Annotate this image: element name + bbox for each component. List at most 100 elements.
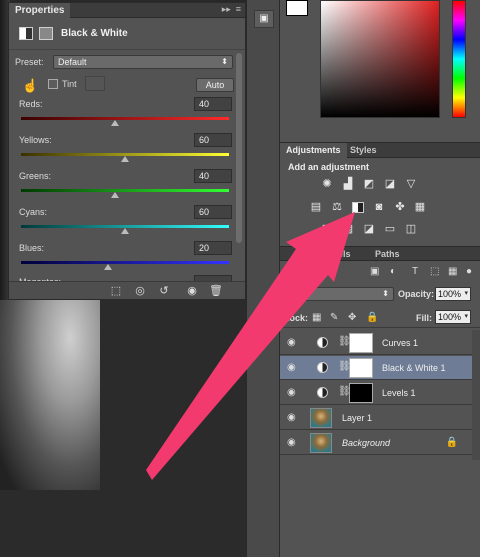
slider-track[interactable] — [21, 261, 229, 264]
slider-value-input[interactable]: 60 — [194, 205, 232, 219]
invert-icon[interactable]: ◧ — [321, 224, 333, 235]
visibility-icon[interactable]: ◉ — [185, 284, 199, 298]
layer-row[interactable]: ◉ 🔒 Background — [280, 431, 472, 455]
layer-mask-thumbnail[interactable] — [349, 333, 373, 353]
foreground-color-swatch[interactable] — [286, 0, 308, 16]
photo-filter-icon[interactable]: ◙ — [373, 202, 385, 213]
selective-color-icon[interactable]: ◫ — [405, 224, 417, 235]
layer-name: Black & White 1 — [382, 363, 446, 373]
lock-transparent-icon[interactable]: ▦ — [312, 312, 321, 323]
blend-mode-select[interactable]: mal ⬍ — [284, 287, 394, 301]
tint-checkbox[interactable] — [48, 79, 58, 89]
vibrance-icon[interactable]: ▽ — [405, 179, 417, 190]
channel-mixer-icon[interactable]: ✤ — [394, 202, 406, 213]
slider-label: Reds: — [19, 99, 43, 109]
chevron-down-icon[interactable]: ▾ — [464, 311, 468, 323]
eye-icon[interactable]: ◉ — [287, 337, 296, 348]
layer-row[interactable]: ◉ Layer 1 — [280, 406, 472, 430]
layer-name: Layer 1 — [342, 413, 373, 423]
lock-all-icon[interactable]: 🔒 — [366, 312, 378, 323]
targeted-adjustment-hand-icon[interactable]: ☝ — [22, 78, 38, 94]
lock-row: Lock: ▦ ✎ ✥ 🔒 Fill: 100% ▾ — [280, 308, 480, 328]
scrollbar-handle[interactable] — [236, 53, 242, 243]
layer-mask-thumbnail[interactable] — [349, 358, 373, 378]
tint-color-swatch[interactable] — [85, 76, 105, 91]
opacity-input[interactable]: 100% ▾ — [435, 287, 471, 301]
hue-slider[interactable] — [452, 0, 466, 118]
posterize-icon[interactable]: ▨ — [342, 224, 354, 235]
layer-row[interactable]: ◉ ⛓ Levels 1 — [280, 381, 472, 405]
black-white-icon[interactable] — [352, 202, 364, 213]
reset-icon[interactable]: ↺ — [157, 284, 171, 298]
slider-thumb[interactable] — [121, 228, 129, 234]
trash-icon[interactable]: 🗑 — [209, 284, 223, 298]
curves-icon[interactable]: ◩ — [363, 179, 375, 190]
properties-dock-icon[interactable]: ▣ — [254, 10, 274, 28]
preset-value: Default — [58, 57, 87, 67]
tab-paths[interactable]: Paths — [370, 247, 405, 261]
brightness-icon[interactable]: ✺ — [321, 179, 333, 190]
levels-icon[interactable]: ▟ — [342, 179, 354, 190]
layers-scrollbar[interactable] — [472, 330, 480, 460]
layer-name: Curves 1 — [382, 338, 419, 348]
layer-row[interactable]: ◉ ⛓ Curves 1 — [280, 331, 472, 355]
layer-thumbnail[interactable] — [310, 408, 332, 428]
filter-toggle-icon[interactable]: ● — [466, 266, 472, 277]
layer-thumbnail[interactable] — [310, 433, 332, 453]
properties-tabbar: Properties ▸▸ ≡ — [9, 3, 245, 18]
fill-input[interactable]: 100% ▾ — [435, 310, 471, 324]
filter-smart-object-icon[interactable]: ▦ — [448, 266, 457, 277]
panel-menu-icon[interactable]: ▸▸ ≡ — [222, 4, 241, 15]
blend-row: mal ⬍ Opacity: 100% ▾ — [280, 285, 480, 305]
add-adjustment-heading: Add an adjustment — [288, 162, 370, 172]
layer-mask-thumbnail[interactable] — [349, 383, 373, 403]
slider-value-input[interactable]: 60 — [194, 133, 232, 147]
select-arrow-icon: ⬍ — [221, 57, 228, 66]
eye-icon[interactable]: ◉ — [287, 362, 296, 373]
lock-brush-icon[interactable]: ✎ — [330, 312, 338, 323]
slider-thumb[interactable] — [110, 120, 119, 126]
eye-icon[interactable]: ◉ — [287, 437, 296, 448]
view-previous-icon[interactable]: ◎ — [133, 284, 147, 298]
photo-image — [0, 300, 100, 490]
hue-saturation-icon[interactable]: ▤ — [310, 202, 322, 213]
color-lookup-icon[interactable]: ▦ — [414, 202, 426, 213]
properties-tab[interactable]: Properties — [9, 3, 71, 18]
properties-footer: ⬚ ◎ ↺ ◉ 🗑 — [9, 281, 245, 299]
threshold-icon[interactable]: ◪ — [363, 224, 375, 235]
properties-title: Black & White — [61, 28, 128, 39]
tab-adjustments[interactable]: Adjustments — [280, 143, 347, 158]
slider-track[interactable] — [21, 117, 229, 120]
color-field[interactable] — [320, 0, 440, 118]
preset-select[interactable]: Default ⬍ — [53, 55, 233, 69]
lock-move-icon[interactable]: ✥ — [348, 312, 356, 323]
tab-channels[interactable]: nnels — [322, 247, 356, 261]
filter-shape-icon[interactable]: ⬚ — [430, 266, 439, 277]
filter-adjustment-icon[interactable]: ◐ — [390, 266, 396, 277]
slider-value-input[interactable]: 20 — [194, 241, 232, 255]
gradient-map-icon[interactable]: ▭ — [384, 224, 396, 235]
auto-button[interactable]: Auto — [196, 78, 234, 92]
eye-icon[interactable]: ◉ — [287, 387, 296, 398]
exposure-icon[interactable]: ◪ — [384, 179, 396, 190]
filter-type-icon[interactable]: T — [412, 266, 418, 277]
slider-track[interactable] — [21, 189, 229, 192]
chevron-down-icon[interactable]: ▾ — [464, 288, 468, 300]
slider-thumb[interactable] — [121, 156, 129, 162]
layer-name: Levels 1 — [382, 388, 416, 398]
color-balance-icon[interactable]: ⚖ — [331, 202, 343, 213]
adjustment-layer-icon[interactable] — [19, 27, 33, 40]
eye-icon[interactable]: ◉ — [287, 412, 296, 423]
mask-icon[interactable] — [39, 27, 53, 40]
slider-value-input[interactable]: 40 — [194, 97, 232, 111]
properties-scrollbar[interactable] — [236, 53, 242, 243]
slider-thumb[interactable] — [104, 264, 113, 270]
color-picker-panel — [280, 0, 480, 140]
filter-pixel-icon[interactable]: ▣ — [370, 266, 379, 277]
clip-to-layer-icon[interactable]: ⬚ — [109, 284, 123, 298]
slider-thumb[interactable] — [110, 192, 119, 198]
tab-styles[interactable]: Styles — [344, 143, 383, 158]
slider-value-input[interactable]: 40 — [194, 169, 232, 183]
opacity-value: 100% — [438, 289, 462, 299]
layer-row[interactable]: ◉ ⛓ Black & White 1 — [280, 356, 472, 380]
